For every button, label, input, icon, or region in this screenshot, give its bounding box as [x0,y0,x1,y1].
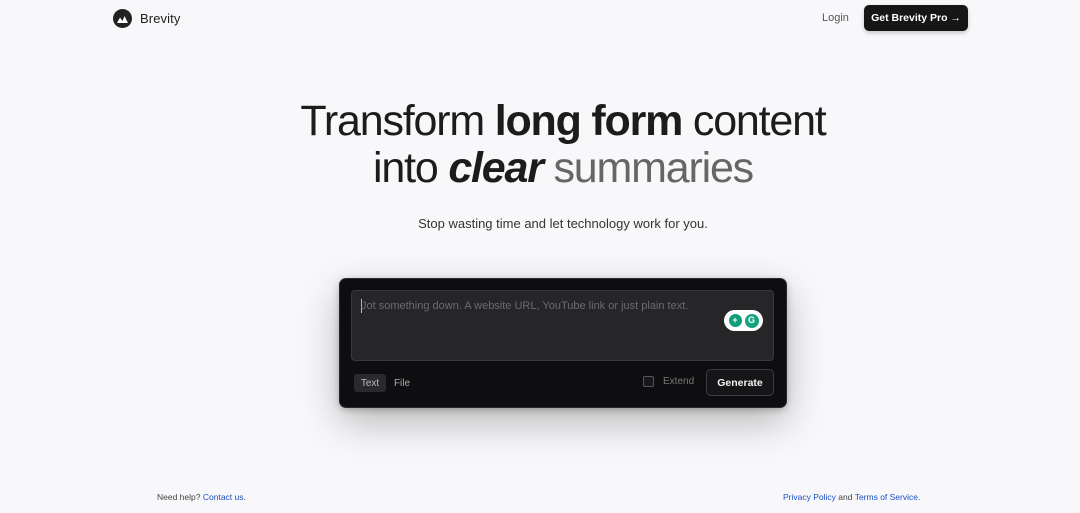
hero-headline: Transform long form content into clear s… [0,98,1080,192]
generate-button[interactable]: Generate [706,369,774,396]
extend-checkbox[interactable] [643,376,654,387]
writing-extension-badge[interactable]: + G [724,310,763,331]
headline-word: content [692,97,827,145]
and-text: and [838,492,853,502]
headline-word-muted: summaries [553,144,755,192]
input-box: + G [351,290,774,361]
brand-logo[interactable]: Brevity [113,9,180,28]
headline-word: into [373,144,439,192]
extend-label: Extend [663,376,695,387]
help-text: Need help? [157,492,201,502]
tab-file[interactable]: File [390,374,414,392]
content-input[interactable] [361,300,721,350]
privacy-policy-link[interactable]: Privacy Policy [783,492,836,502]
footer-legal: Privacy Policy and Terms of Service. [783,492,920,502]
contact-link[interactable]: Contact us [203,492,244,502]
hero-subtitle: Stop wasting time and let technology wor… [418,216,708,231]
tab-text[interactable]: Text [354,374,386,392]
grammarly-icon[interactable]: G [744,313,759,328]
punctuation: . [243,492,246,502]
punctuation: . [917,492,921,502]
terms-of-service-link[interactable]: Terms of Service [855,492,918,502]
login-link[interactable]: Login [822,12,849,24]
headline-emphasis: long form [494,97,684,145]
footer-help: Need help? Contact us. [157,492,246,502]
headline-emphasis-italic: clear [448,144,544,192]
brevity-logo-icon [113,9,132,28]
plus-icon[interactable]: + [728,314,742,327]
get-pro-button[interactable]: Get Brevity Pro → [864,5,968,31]
top-nav: Brevity Login Get Brevity Pro → [0,0,1080,38]
brand-name: Brevity [140,11,181,26]
headline-word: Transform [300,97,485,145]
extend-option[interactable]: Extend [643,376,694,387]
summary-input-card: + G Text File Extend Generate [340,279,786,407]
